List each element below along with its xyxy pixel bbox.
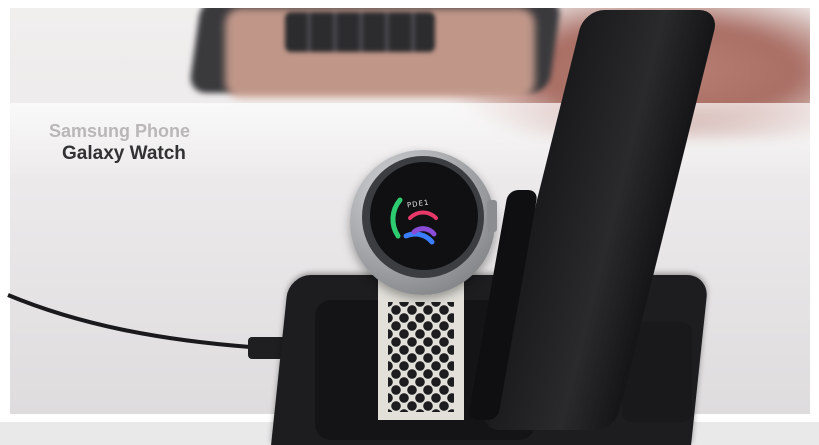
- activity-rings: [390, 197, 438, 245]
- keyboard-keys: [285, 12, 435, 52]
- watch-crown-button: [487, 200, 497, 232]
- watch-strap-holes: [388, 302, 454, 412]
- video-frame: PDE1 Samsung Phone Galaxy Watch: [0, 0, 819, 445]
- activity-ring-pink: [408, 210, 438, 220]
- activity-ring-green: [390, 197, 403, 239]
- charging-cable: [7, 293, 288, 359]
- activity-ring-blue: [403, 231, 435, 245]
